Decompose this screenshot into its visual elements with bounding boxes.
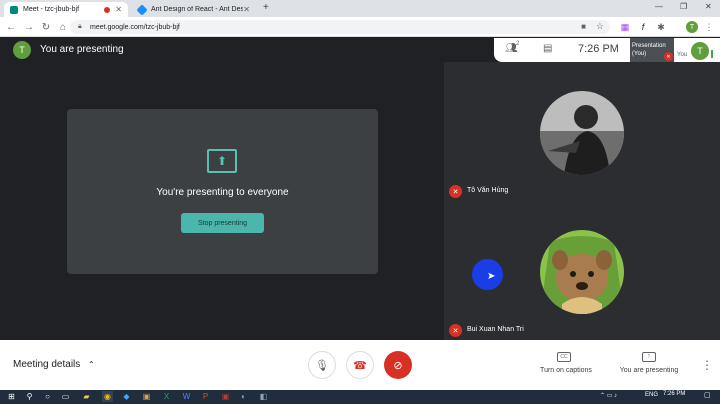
leave-call-button[interactable]: ☎︎ [346, 351, 374, 379]
close-tab-icon[interactable]: ✕ [243, 5, 250, 14]
notifications-icon[interactable]: ▢ [704, 391, 711, 399]
meeting-details-button[interactable]: Meeting details ⌃ [13, 359, 95, 370]
participants-count: 2 [516, 41, 520, 47]
back-arrow-icon[interactable]: ← [4, 20, 18, 34]
task-view-icon[interactable]: ▭ [60, 391, 71, 402]
present-button[interactable]: You are presenting [614, 367, 684, 374]
microphone-icon: 🎙︎ [315, 359, 329, 372]
word-icon[interactable]: W [181, 391, 192, 402]
minimize-button[interactable]: — [655, 2, 663, 11]
self-avatar: T [691, 42, 709, 60]
camera-indicator-icon[interactable]: ■ [581, 22, 586, 31]
stop-presenting-button[interactable]: Stop presenting [181, 213, 264, 233]
microphone-button[interactable]: 🎙︎ [308, 351, 336, 379]
camera-button[interactable]: ⊘ [384, 351, 412, 379]
app-icon[interactable]: ▣ [141, 391, 152, 402]
meeting-clock: 7:26 PM [578, 43, 619, 55]
taskbar-clock[interactable]: 7:26 PM [663, 391, 685, 397]
app-icon[interactable]: ◐ [238, 391, 249, 402]
window-close-button[interactable]: ✕ [705, 2, 712, 11]
more-options-icon[interactable]: ⋮ [701, 358, 713, 372]
home-icon[interactable]: ⌂ [56, 20, 70, 34]
close-tab-icon[interactable]: ✕ [115, 5, 122, 14]
camera-off-icon: ⊘ [393, 359, 403, 372]
mouse-pointer-icon: ➤ [487, 271, 496, 282]
hang-up-icon: ☎︎ [353, 359, 367, 372]
search-icon[interactable]: ⚲ [24, 391, 35, 402]
extension-icon[interactable]: ▦ [618, 20, 632, 34]
tab-meet[interactable]: Meet - tzc-jbub-bjf ✕ [4, 2, 128, 17]
powerpoint-icon[interactable]: P [200, 391, 211, 402]
chat-icon[interactable]: ▤ [543, 43, 552, 54]
cortana-icon[interactable]: ○ [42, 391, 53, 402]
reload-icon[interactable]: ↻ [39, 20, 53, 34]
app-icon[interactable]: ▣ [220, 391, 231, 402]
input-language[interactable]: ENG [645, 392, 658, 398]
audio-level-icon [711, 50, 713, 58]
chrome-icon[interactable]: ◉ [102, 391, 113, 402]
participant-avatar [540, 230, 624, 314]
url-text: meet.google.com/tzc-jbub-bjf [90, 23, 180, 31]
extensions-puzzle-icon[interactable]: ✱ [654, 20, 668, 34]
thumbnail-label: Presentation (You) [632, 43, 666, 57]
muted-mic-icon: ✕ [664, 52, 673, 61]
chevron-up-icon: ⌃ [88, 360, 95, 369]
present-icon[interactable]: ↑ [642, 352, 656, 362]
app-icon[interactable]: ◧ [258, 391, 269, 402]
forward-arrow-icon[interactable]: → [22, 20, 36, 34]
present-screen-icon: ⬆ [207, 149, 237, 173]
recording-dot-icon [104, 6, 111, 13]
profile-avatar[interactable]: T [686, 21, 698, 33]
bookmark-star-icon[interactable]: ☆ [596, 21, 604, 32]
presenter-avatar: T [13, 41, 31, 59]
self-label: You [677, 52, 688, 58]
lock-icon: 🔒︎ [78, 23, 82, 30]
tab-ant-design[interactable]: Ant Design of React - Ant Design ✕ [132, 2, 256, 17]
presenting-message: You're presenting to everyone [156, 187, 289, 198]
file-explorer-icon[interactable]: ▰ [81, 391, 92, 402]
excel-icon[interactable]: X [161, 391, 172, 402]
browser-tab-bar: Meet - tzc-jbub-bjf ✕ Ant Design of Reac… [0, 0, 720, 17]
captions-button[interactable]: Turn on captions [534, 367, 598, 374]
tab-title: Ant Design of React - Ant Design [151, 6, 243, 13]
new-tab-button[interactable]: + [263, 2, 269, 13]
fx-extension-icon[interactable]: f [636, 20, 650, 34]
presenting-title: You are presenting [40, 44, 124, 55]
maximize-button[interactable]: ❐ [680, 2, 687, 11]
browser-menu-icon[interactable]: ⋮ [702, 20, 716, 34]
browser-toolbar: ← → ↻ ⌂ 🔒︎ meet.google.com/tzc-jbub-bjf … [0, 17, 720, 37]
meet-favicon-icon [10, 5, 18, 14]
captions-icon[interactable]: CC [557, 352, 571, 362]
windows-start-icon[interactable]: ⊞ [6, 391, 17, 402]
muted-mic-icon: ✕ [449, 185, 462, 198]
muted-mic-icon: ✕ [449, 324, 462, 337]
address-bar[interactable]: 🔒︎ meet.google.com/tzc-jbub-bjf ■ ☆ [70, 20, 610, 34]
tab-title: Meet - tzc-jbub-bjf [23, 6, 80, 13]
participant-name: Bui Xuan Nhan Tri [467, 326, 524, 333]
ant-design-favicon-icon [136, 3, 148, 16]
tray-icons[interactable]: ⌃ ▭ ♪ [600, 392, 617, 399]
meeting-details-label: Meeting details [13, 359, 81, 370]
participant-avatar [540, 91, 624, 175]
participant-name: Tô Văn Hùng [467, 187, 509, 194]
vscode-icon[interactable]: ◆ [121, 391, 132, 402]
